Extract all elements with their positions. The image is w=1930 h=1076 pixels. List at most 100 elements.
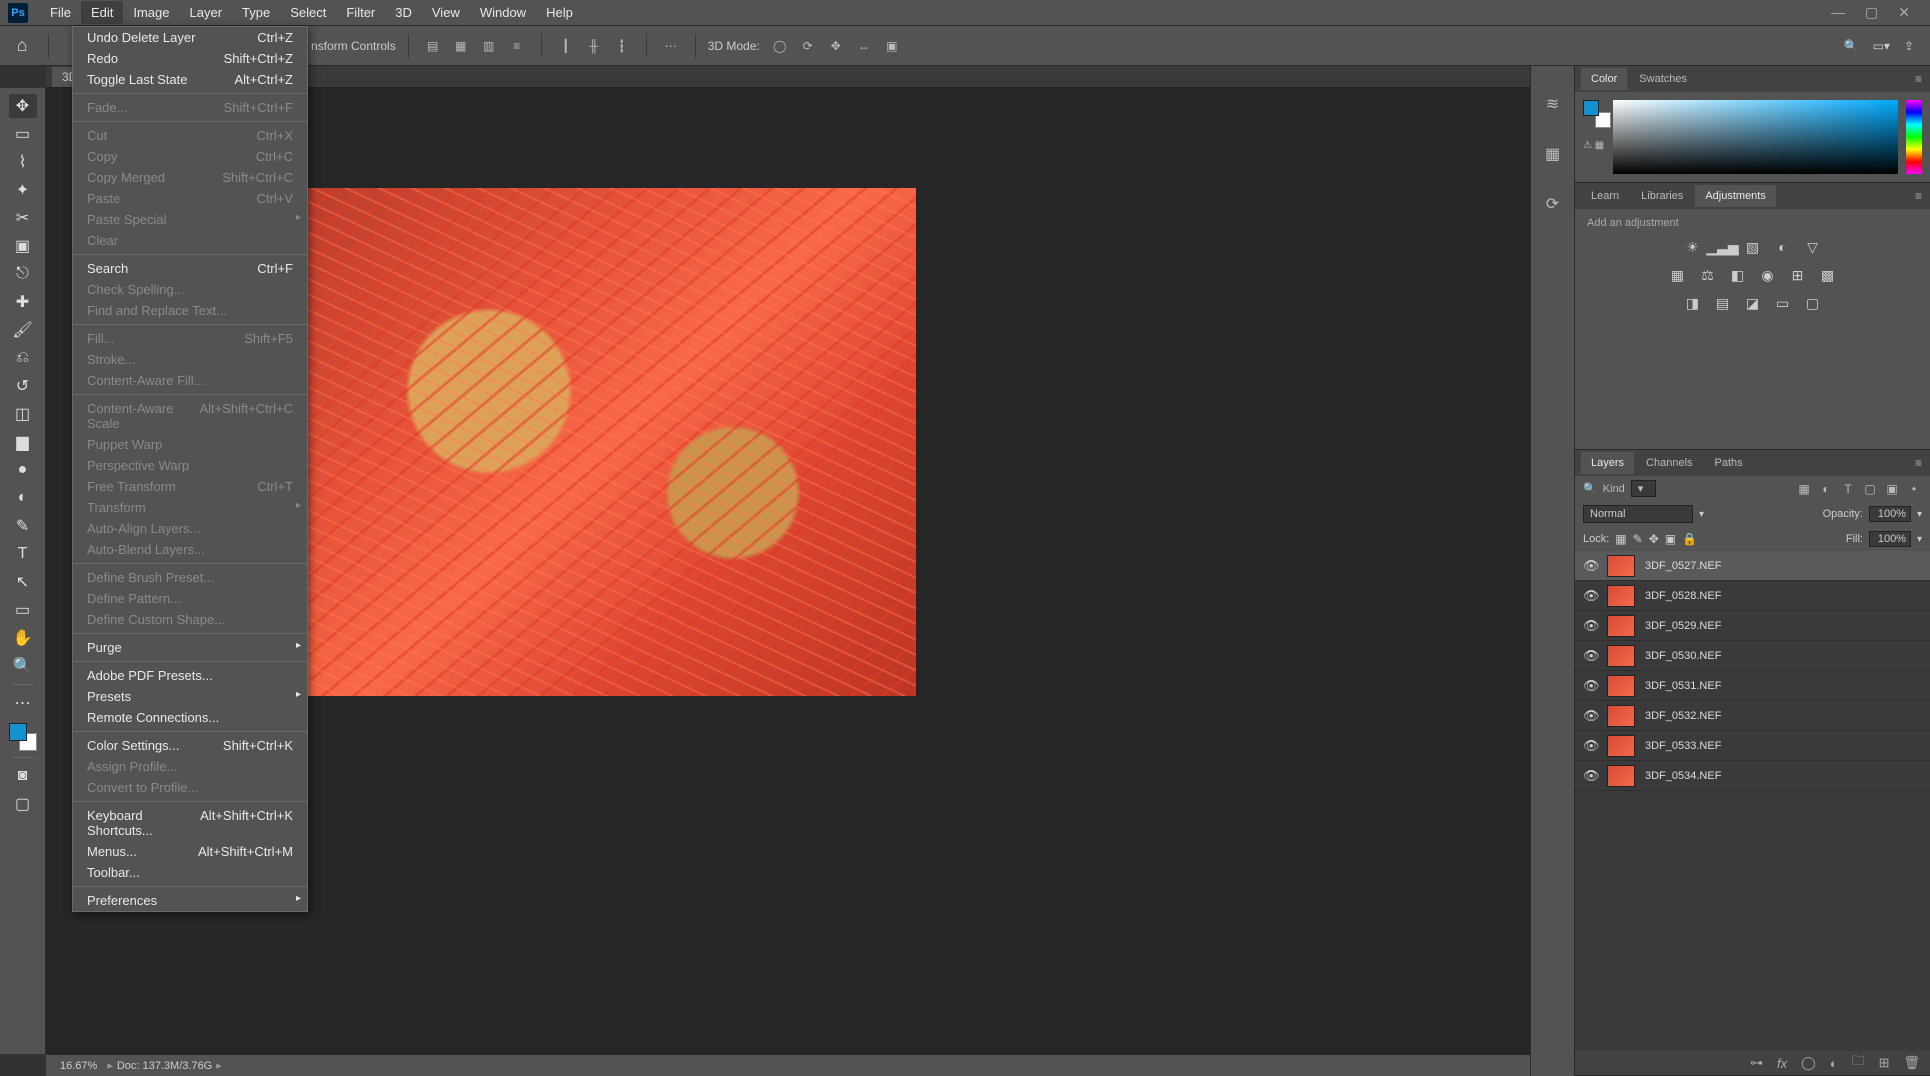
roll-icon[interactable]: ⟳ [796,34,820,58]
layer-fx-icon[interactable]: fx [1777,1056,1787,1071]
gradient-map-icon[interactable]: ▭ [1773,293,1793,313]
maximize-icon[interactable]: ▢ [1865,4,1878,21]
dist-bot-icon[interactable]: ┇ [610,34,634,58]
visibility-toggle[interactable]: 👁 [1583,708,1597,724]
lock-position-icon[interactable]: ✥ [1649,532,1659,546]
hue-slider[interactable] [1906,100,1922,174]
exposure-icon[interactable]: ◐ [1773,237,1793,257]
photo-filter-icon[interactable]: ◉ [1758,265,1778,285]
filter-shape-icon[interactable]: ▢ [1862,481,1878,497]
menu-item-toggle-last-state[interactable]: Toggle Last StateAlt+Ctrl+Z [73,69,307,90]
path-select-tool[interactable]: ↖ [9,570,37,594]
fill-input[interactable]: 100% [1869,531,1911,547]
more-icon[interactable]: ⋯ [659,34,683,58]
bw-icon[interactable]: ◧ [1728,265,1748,285]
history-brush-tool[interactable]: ↺ [9,374,37,398]
menu-3d[interactable]: 3D [385,1,422,24]
menu-image[interactable]: Image [123,1,179,24]
tab-paths[interactable]: Paths [1705,452,1753,474]
gradient-tool[interactable]: ▆ [9,430,37,454]
edit-toolbar-icon[interactable]: ⋯ [9,691,37,715]
hue-icon[interactable]: ▦ [1668,265,1688,285]
menu-help[interactable]: Help [536,1,583,24]
tab-learn[interactable]: Learn [1581,185,1629,207]
levels-icon[interactable]: ▁▃▅ [1713,237,1733,257]
new-adjustment-icon[interactable]: ◐ [1830,1056,1838,1071]
hand-tool[interactable]: ✋ [9,626,37,650]
frame-tool[interactable]: ▣ [9,234,37,258]
vibrance-icon[interactable]: ▽ [1803,237,1823,257]
lock-artboard-icon[interactable]: ▣ [1665,532,1676,546]
minimize-icon[interactable]: — [1831,4,1845,21]
healing-tool[interactable]: ✚ [9,290,37,314]
crop-tool[interactable]: ✂ [9,206,37,230]
menu-layer[interactable]: Layer [180,1,233,24]
tab-adjustments[interactable]: Adjustments [1695,185,1776,207]
threshold-icon[interactable]: ◪ [1743,293,1763,313]
quick-mask-icon[interactable]: ◙ [9,764,37,788]
visibility-toggle[interactable]: 👁 [1583,768,1597,784]
delete-layer-icon[interactable]: 🗑 [1903,1055,1920,1071]
curves-icon[interactable]: ▧ [1743,237,1763,257]
workspace-icon[interactable]: ▭▾ [1873,39,1890,53]
pan-icon[interactable]: ✥ [824,34,848,58]
align-center-icon[interactable]: ▦ [449,34,473,58]
dist-top-icon[interactable]: ┃ [554,34,578,58]
layer-row[interactable]: 👁3DF_0530.NEF [1575,641,1930,671]
properties-icon[interactable]: ▦ [1541,142,1565,166]
layer-row[interactable]: 👁3DF_0532.NEF [1575,701,1930,731]
slide-icon[interactable]: ↔ [852,34,876,58]
dist-mid-icon[interactable]: ╫ [582,34,606,58]
lock-pixels-icon[interactable]: ▦ [1615,532,1626,546]
blur-tool[interactable]: ● [9,458,37,482]
posterize-icon[interactable]: ▤ [1713,293,1733,313]
tab-layers[interactable]: Layers [1581,452,1634,474]
filter-toggle-icon[interactable]: • [1906,481,1922,497]
layer-row[interactable]: 👁3DF_0529.NEF [1575,611,1930,641]
lock-paint-icon[interactable]: ✎ [1633,532,1643,546]
orbit-icon[interactable]: ◯ [768,34,792,58]
eyedropper-tool[interactable]: ⎋ [9,262,37,286]
lasso-tool[interactable]: ⌇ [9,150,37,174]
menu-item-toolbar[interactable]: Toolbar... [73,862,307,883]
layer-row[interactable]: 👁3DF_0527.NEF [1575,551,1930,581]
new-group-icon[interactable]: 🗀 [1852,1052,1865,1074]
tab-channels[interactable]: Channels [1636,452,1702,474]
menu-view[interactable]: View [422,1,470,24]
menu-item-redo[interactable]: RedoShift+Ctrl+Z [73,48,307,69]
lookup-icon[interactable]: ▩ [1818,265,1838,285]
align-stretch-icon[interactable]: ≡ [505,34,529,58]
pen-tool[interactable]: ✎ [9,514,37,538]
menu-item-search[interactable]: SearchCtrl+F [73,258,307,279]
menu-edit[interactable]: Edit [81,1,123,24]
visibility-toggle[interactable]: 👁 [1583,618,1597,634]
filter-type-icon[interactable]: T [1840,481,1856,497]
visibility-toggle[interactable]: 👁 [1583,648,1597,664]
visibility-toggle[interactable]: 👁 [1583,558,1597,574]
dodge-tool[interactable]: ◐ [9,486,37,510]
filter-adjust-icon[interactable]: ◐ [1818,481,1834,497]
chevron-right-icon[interactable]: ▸ [107,1059,113,1072]
opacity-input[interactable]: 100% [1869,506,1911,522]
tab-swatches[interactable]: Swatches [1629,68,1697,90]
layer-row[interactable]: 👁3DF_0528.NEF [1575,581,1930,611]
menu-item-presets[interactable]: Presets [73,686,307,707]
camera-icon[interactable]: ▣ [880,34,904,58]
zoom-tool[interactable]: 🔍 [9,654,37,678]
move-tool[interactable]: ✥ [9,94,37,118]
align-right-icon[interactable]: ▥ [477,34,501,58]
share-icon[interactable]: ⇪ [1904,39,1914,53]
menu-item-remote-connections[interactable]: Remote Connections... [73,707,307,728]
tab-libraries[interactable]: Libraries [1631,185,1693,207]
filter-pixel-icon[interactable]: ▦ [1796,481,1812,497]
fg-bg-color[interactable] [9,723,37,751]
menu-type[interactable]: Type [232,1,280,24]
lock-all-icon[interactable]: 🔒 [1682,532,1697,546]
menu-item-preferences[interactable]: Preferences [73,890,307,911]
channel-mixer-icon[interactable]: ⊞ [1788,265,1808,285]
brush-tool[interactable]: 🖌 [9,318,37,342]
type-tool[interactable]: T [9,542,37,566]
history-icon[interactable]: ≋ [1541,92,1565,116]
menu-item-purge[interactable]: Purge [73,637,307,658]
kind-dropdown[interactable]: ▾ [1631,480,1657,497]
